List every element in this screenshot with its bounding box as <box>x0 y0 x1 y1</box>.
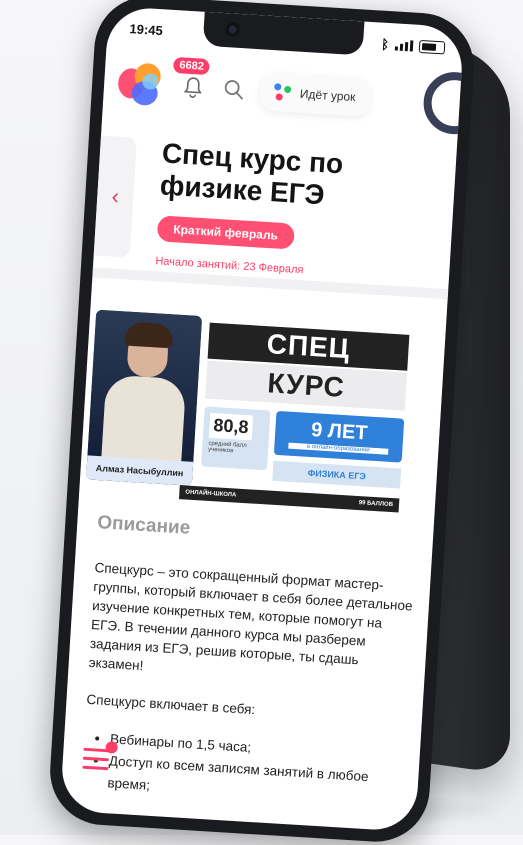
volume-up-button <box>462 238 470 298</box>
volume-down-button <box>464 315 472 375</box>
years-stat: 9 ЛЕТ в онлайн-образовании <box>273 410 405 463</box>
banner-footer: ОНЛАЙН-ШКОЛА 99 БАЛЛОВ <box>178 485 400 513</box>
bell-icon <box>183 77 202 98</box>
live-lesson-button[interactable]: Идёт урок <box>258 72 371 117</box>
description-heading: Описание <box>96 512 191 539</box>
description-includes: Спецкурс включает в себя: <box>86 691 256 718</box>
notification-badge: 6682 <box>172 56 211 76</box>
course-banner: Алмаз Насыбуллин СПЕЦ КУРС 80,8 средний … <box>85 309 426 516</box>
description-paragraph: Спецкурс – это сокращенный формат мастер… <box>88 560 413 674</box>
includes-list: Вебинары по 1,5 часа; Доступ ко всем зап… <box>81 727 410 813</box>
live-lesson-label: Идёт урок <box>299 86 356 105</box>
battery-icon <box>418 39 446 54</box>
score-caption: средний балл учеников <box>207 440 247 455</box>
phone-screen: 19:45 ᛒ 6682 Идёт урок ‹ Спец курс по фи… <box>59 5 465 833</box>
chevron-left-icon: ‹ <box>110 183 120 209</box>
course-header: ‹ Спец курс по физике ЕГЭ Краткий феврал… <box>93 118 457 285</box>
course-tag: Краткий февраль <box>156 215 295 250</box>
score-stat: 80,8 средний балл учеников <box>200 406 271 471</box>
promo-graphic: СПЕЦ КУРС 80,8 средний балл учеников 9 Л… <box>178 317 426 516</box>
notch <box>202 11 365 56</box>
teacher-name: Алмаз Насыбуллин <box>85 455 194 486</box>
avatar[interactable] <box>421 70 465 137</box>
status-time: 19:45 <box>129 20 164 38</box>
notifications-button[interactable]: 6682 <box>172 56 211 103</box>
live-dots-icon <box>273 83 292 102</box>
teacher-card: Алмаз Насыбуллин <box>85 309 203 486</box>
signal-icon <box>394 39 414 52</box>
teacher-photo <box>87 309 203 464</box>
banner-footer-right: 99 БАЛЛОВ <box>358 500 394 509</box>
menu-button[interactable] <box>82 741 119 774</box>
score-value: 80,8 <box>208 412 254 441</box>
description-section: Описание Спецкурс – это сокращенный форм… <box>81 512 424 812</box>
front-camera <box>225 22 241 37</box>
banner-footer-left: ОНЛАЙН-ШКОЛА <box>185 489 237 499</box>
subject-label: ФИЗИКА ЕГЭ <box>272 460 402 489</box>
search-icon[interactable] <box>221 77 246 102</box>
bluetooth-icon: ᛒ <box>380 36 390 52</box>
page-title: Спец курс по физике ЕГЭ <box>159 137 345 211</box>
phone-frame: 19:45 ᛒ 6682 Идёт урок ‹ Спец курс по фи… <box>47 0 477 845</box>
brand-logo[interactable] <box>117 60 166 109</box>
